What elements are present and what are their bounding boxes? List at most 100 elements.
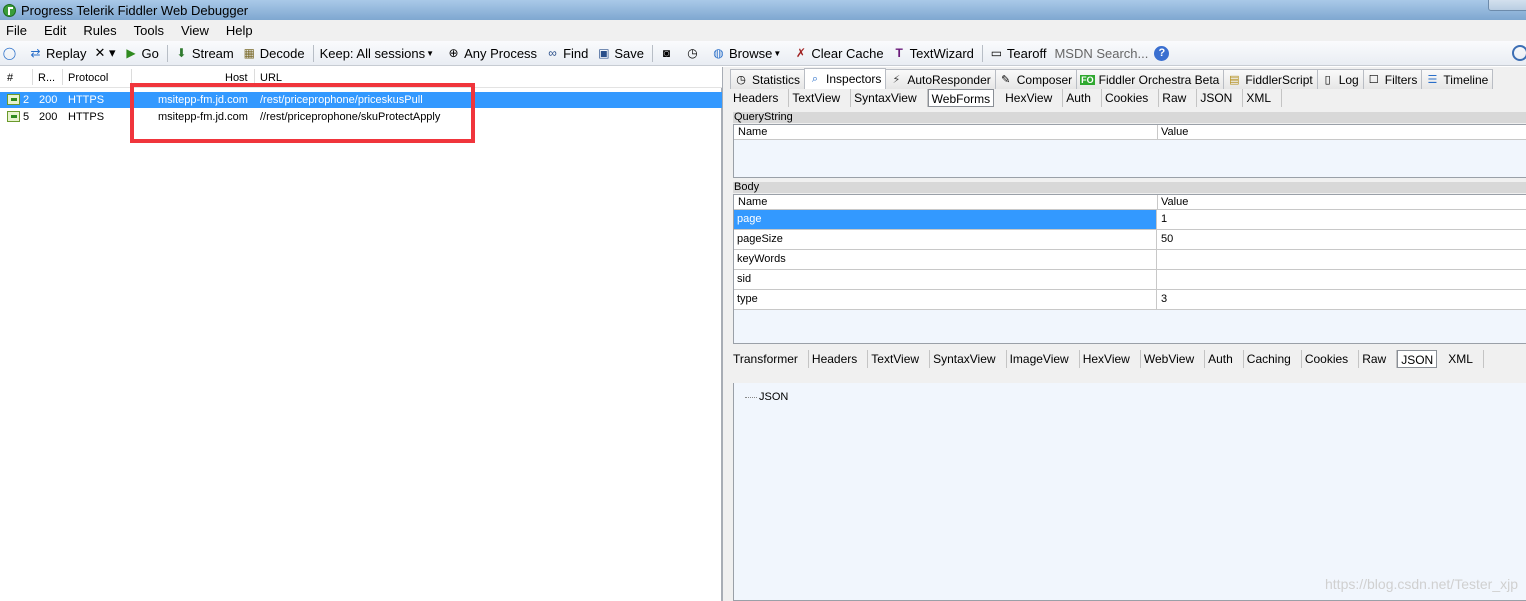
any-process-button[interactable]: ⊕ Any Process [446, 45, 538, 61]
log-icon: ▯ [1324, 73, 1331, 86]
request-tab-cookies[interactable]: Cookies [1102, 89, 1160, 107]
pane-splitter[interactable] [722, 67, 730, 601]
request-tab-auth[interactable]: Auth [1063, 89, 1102, 107]
tab-composer[interactable]: ✎ Composer [994, 69, 1078, 89]
decode-icon: ▦ [243, 45, 255, 60]
watermark: https://blog.csdn.net/Tester_xjp [1325, 576, 1518, 592]
response-tab-auth[interactable]: Auth [1205, 350, 1244, 368]
tab-autoresponder[interactable]: ⚡ AutoResponder [885, 69, 996, 89]
main-tabs: ◷ Statistics ⌕ Inspectors ⚡ AutoResponder ✎… [730, 68, 1494, 89]
decode-button[interactable]: ▦ Decode [242, 46, 305, 61]
replay-button[interactable]: ⇄ Replay [28, 46, 86, 61]
querystring-grid: Name Value [733, 124, 1526, 178]
keep-sessions-dropdown[interactable]: Keep: All sessions ▼ [320, 46, 439, 61]
browse-button[interactable]: ◍ Browse ▼ [711, 46, 785, 61]
script-icon: ▤ [1229, 73, 1240, 86]
menu-tools[interactable]: Tools [132, 23, 166, 38]
response-tab-webview[interactable]: WebView [1141, 350, 1206, 368]
response-tab-json[interactable]: JSON [1397, 350, 1438, 368]
response-tab-xml[interactable]: XML [1445, 350, 1484, 368]
menu-file[interactable]: File [4, 23, 29, 38]
tab-fiddlerscript[interactable]: ▤ FiddlerScript [1223, 69, 1318, 89]
tab-log[interactable]: ▯ Log [1316, 69, 1364, 89]
request-tab-json[interactable]: JSON [1197, 89, 1244, 107]
column-number[interactable]: # [7, 72, 13, 84]
menu-help[interactable]: Help [224, 23, 255, 38]
crosshair-icon: ⊕ [448, 45, 459, 60]
body-row[interactable]: page 1 [734, 210, 1526, 230]
request-tab-textview[interactable]: TextView [789, 89, 852, 107]
menu-rules[interactable]: Rules [81, 23, 118, 38]
find-button[interactable]: ∞ Find [545, 46, 588, 61]
clear-cache-icon: ✗ [795, 45, 806, 60]
column-result[interactable]: R... [38, 72, 55, 84]
column-divider [32, 69, 33, 85]
response-arrow-icon [7, 94, 20, 105]
comment-button[interactable]: ◯ [2, 46, 20, 61]
menu-edit[interactable]: Edit [42, 23, 68, 38]
go-button[interactable]: ▶ Go [124, 45, 158, 61]
request-tab-webforms[interactable]: WebForms [927, 89, 995, 107]
online-status-icon[interactable] [1512, 45, 1526, 61]
annotation-highlight-box [130, 83, 475, 143]
body-grid: Name Value page 1 pageSize 50 keyWords s… [733, 194, 1526, 344]
help-icon[interactable]: ? [1154, 45, 1170, 61]
body-value-column[interactable]: Value [1161, 196, 1188, 208]
body-row[interactable]: type 3 [734, 290, 1526, 310]
tab-filters[interactable]: ☐ Filters [1362, 69, 1423, 89]
msdn-search-input[interactable]: MSDN Search... [1054, 46, 1148, 61]
column-divider [62, 69, 63, 85]
body-row[interactable]: sid [734, 270, 1526, 290]
tab-fiddler-orchestra[interactable]: FO Fiddler Orchestra Beta [1076, 69, 1225, 89]
column-divider [1157, 195, 1158, 210]
body-row[interactable]: keyWords [734, 250, 1526, 270]
tab-statistics[interactable]: ◷ Statistics [730, 69, 806, 89]
response-tab-syntaxview[interactable]: SyntaxView [930, 350, 1007, 368]
play-icon: ▶ [126, 45, 136, 60]
json-tree-root[interactable]: JSON [745, 391, 788, 403]
querystring-value-column[interactable]: Value [1161, 126, 1188, 138]
request-tab-raw[interactable]: Raw [1159, 89, 1198, 107]
sessions-list: # R... Protocol Host URL 2 200 HTTPS msi… [0, 67, 722, 601]
timer-button[interactable]: ◷ [685, 46, 703, 61]
querystring-header: Name Value [734, 125, 1526, 140]
tab-inspectors[interactable]: ⌕ Inspectors [804, 68, 887, 89]
lightning-icon: ⚡ [892, 73, 901, 86]
response-tab-caching[interactable]: Caching [1244, 350, 1302, 368]
window-title: Progress Telerik Fiddler Web Debugger [21, 2, 249, 18]
request-tab-headers[interactable]: Headers [730, 89, 790, 107]
response-json-tree: JSON [733, 383, 1526, 601]
response-tab-raw[interactable]: Raw [1359, 350, 1398, 368]
composer-icon: ✎ [1001, 73, 1011, 86]
tab-timeline[interactable]: ☰ Timeline [1421, 69, 1494, 89]
replay-icon: ⇄ [30, 45, 41, 60]
response-tab-imageview[interactable]: ImageView [1007, 350, 1080, 368]
request-tab-syntaxview[interactable]: SyntaxView [851, 89, 928, 107]
body-title: Body [733, 182, 1526, 193]
body-row[interactable]: pageSize 50 [734, 230, 1526, 250]
response-tab-headers[interactable]: Headers [809, 350, 869, 368]
querystring-name-column[interactable]: Name [738, 126, 767, 138]
stream-button[interactable]: ⬇ Stream [174, 45, 233, 61]
response-tab-transformer[interactable]: Transformer [730, 350, 809, 368]
timeline-icon: ☰ [1427, 73, 1438, 86]
request-tab-hexview[interactable]: HexView [1002, 89, 1064, 107]
response-tab-hexview[interactable]: HexView [1080, 350, 1141, 368]
request-tab-xml[interactable]: XML [1243, 89, 1283, 107]
response-tab-cookies[interactable]: Cookies [1302, 350, 1360, 368]
window-close-button[interactable] [1488, 0, 1526, 11]
column-protocol[interactable]: Protocol [68, 72, 108, 84]
save-button[interactable]: ▣ Save [596, 46, 644, 61]
remove-sessions-button[interactable]: ✕ ▾ [94, 45, 115, 61]
menu-view[interactable]: View [179, 23, 211, 38]
screenshot-button[interactable]: ◙ [659, 46, 677, 61]
tearoff-button[interactable]: ▭ Tearoff [989, 46, 1047, 61]
textwizard-button[interactable]: T TextWizard [892, 46, 973, 61]
response-tab-textview[interactable]: TextView [868, 350, 931, 368]
dropdown-arrow-icon: ▼ [426, 48, 435, 58]
clear-cache-button[interactable]: ✗ Clear Cache [793, 45, 884, 61]
body-name-column[interactable]: Name [738, 196, 767, 208]
inspector-pane: ◷ Statistics ⌕ Inspectors ⚡ AutoResponder ✎… [730, 67, 1526, 601]
stream-icon: ⬇ [176, 45, 187, 60]
toolbar-separator [166, 44, 168, 62]
